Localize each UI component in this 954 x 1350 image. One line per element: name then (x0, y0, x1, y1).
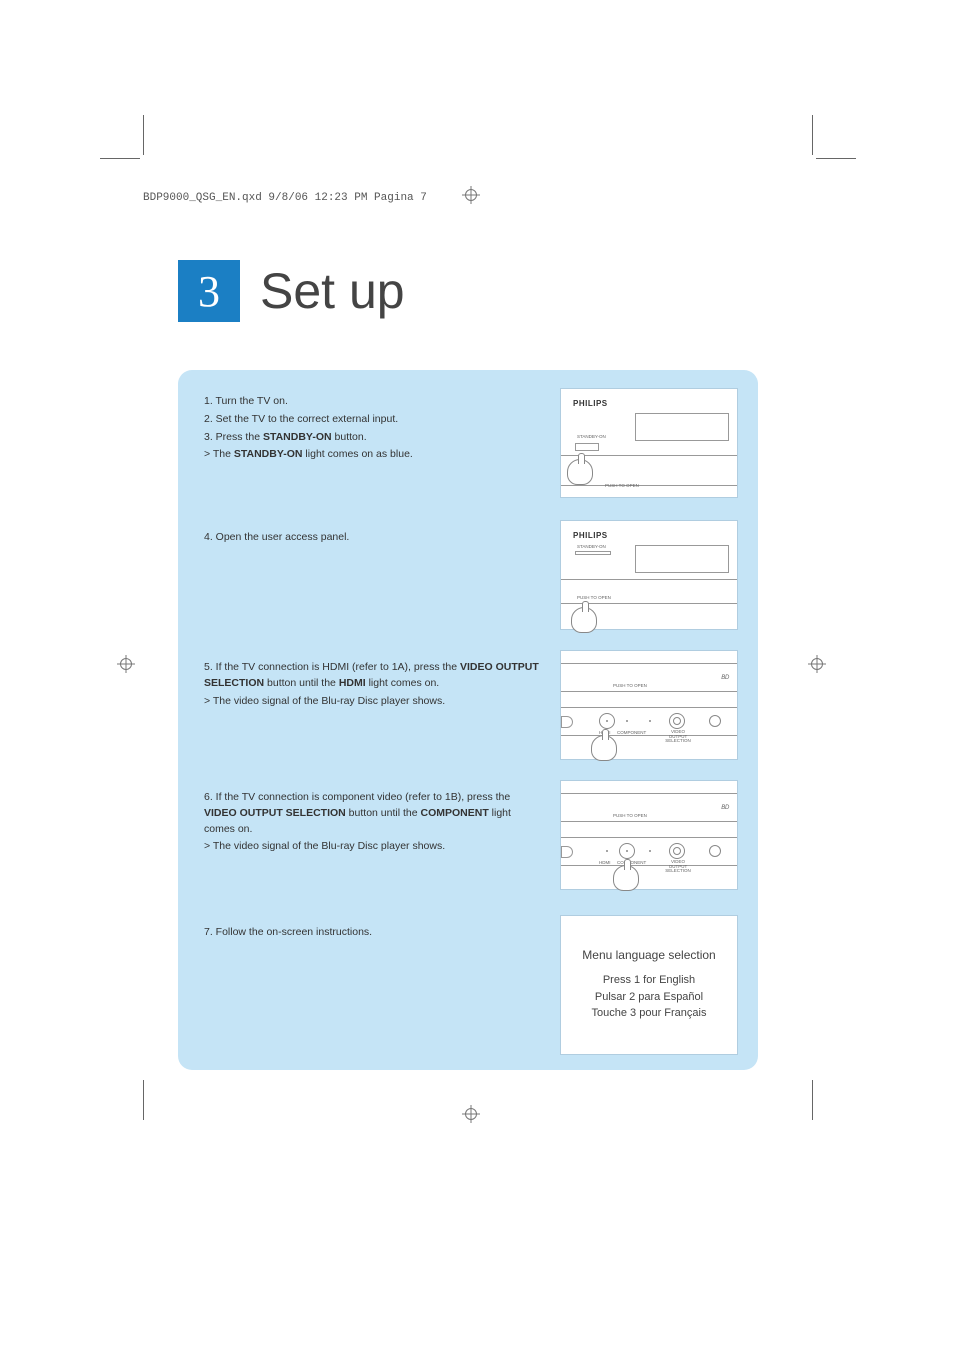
section-title: Set up (260, 262, 405, 320)
step-5: 5. If the TV connection is HDMI (refer t… (204, 660, 544, 711)
step-3: 3. Press the STANDBY-ON button. (204, 430, 544, 446)
print-header: BDP9000_QSG_EN.qxd 9/8/06 12:23 PM Pagin… (143, 192, 427, 204)
step-6: 6. If the TV connection is component vid… (204, 790, 544, 857)
step-5-note: > The video signal of the Blu-ray Disc p… (204, 694, 544, 710)
step-7: 7. Follow the on-screen instructions. (204, 925, 544, 943)
menu-title: Menu language selection (582, 948, 715, 962)
step-4: 4. Open the user access panel. (204, 530, 544, 548)
menu-options: Press 1 for English Pulsar 2 para Españo… (592, 972, 707, 1022)
illustration-menu-screen: Menu language selection Press 1 for Engl… (560, 915, 738, 1055)
step-1: 1. Turn the TV on. (204, 394, 544, 410)
illustration-standby: PHILIPS STANDBY-ON PUSH TO OPEN (560, 388, 738, 498)
step-3-note: > The STANDBY-ON light comes on as blue. (204, 447, 544, 463)
section-number-badge: 3 (178, 260, 240, 322)
step-group-1: 1. Turn the TV on. 2. Set the TV to the … (204, 394, 544, 465)
section-heading: 3 Set up (178, 260, 405, 322)
step-2: 2. Set the TV to the correct external in… (204, 412, 544, 428)
illustration-component-select: PUSH TO OPEN BD HDMI COMPONENT VIDEO OUT… (560, 780, 738, 890)
illustration-hdmi-select: PUSH TO OPEN BD HDMI COMPONENT VIDEO OUT… (560, 650, 738, 760)
illustration-access-panel: PHILIPS STANDBY-ON PUSH TO OPEN (560, 520, 738, 630)
step-6-note: > The video signal of the Blu-ray Disc p… (204, 839, 544, 855)
